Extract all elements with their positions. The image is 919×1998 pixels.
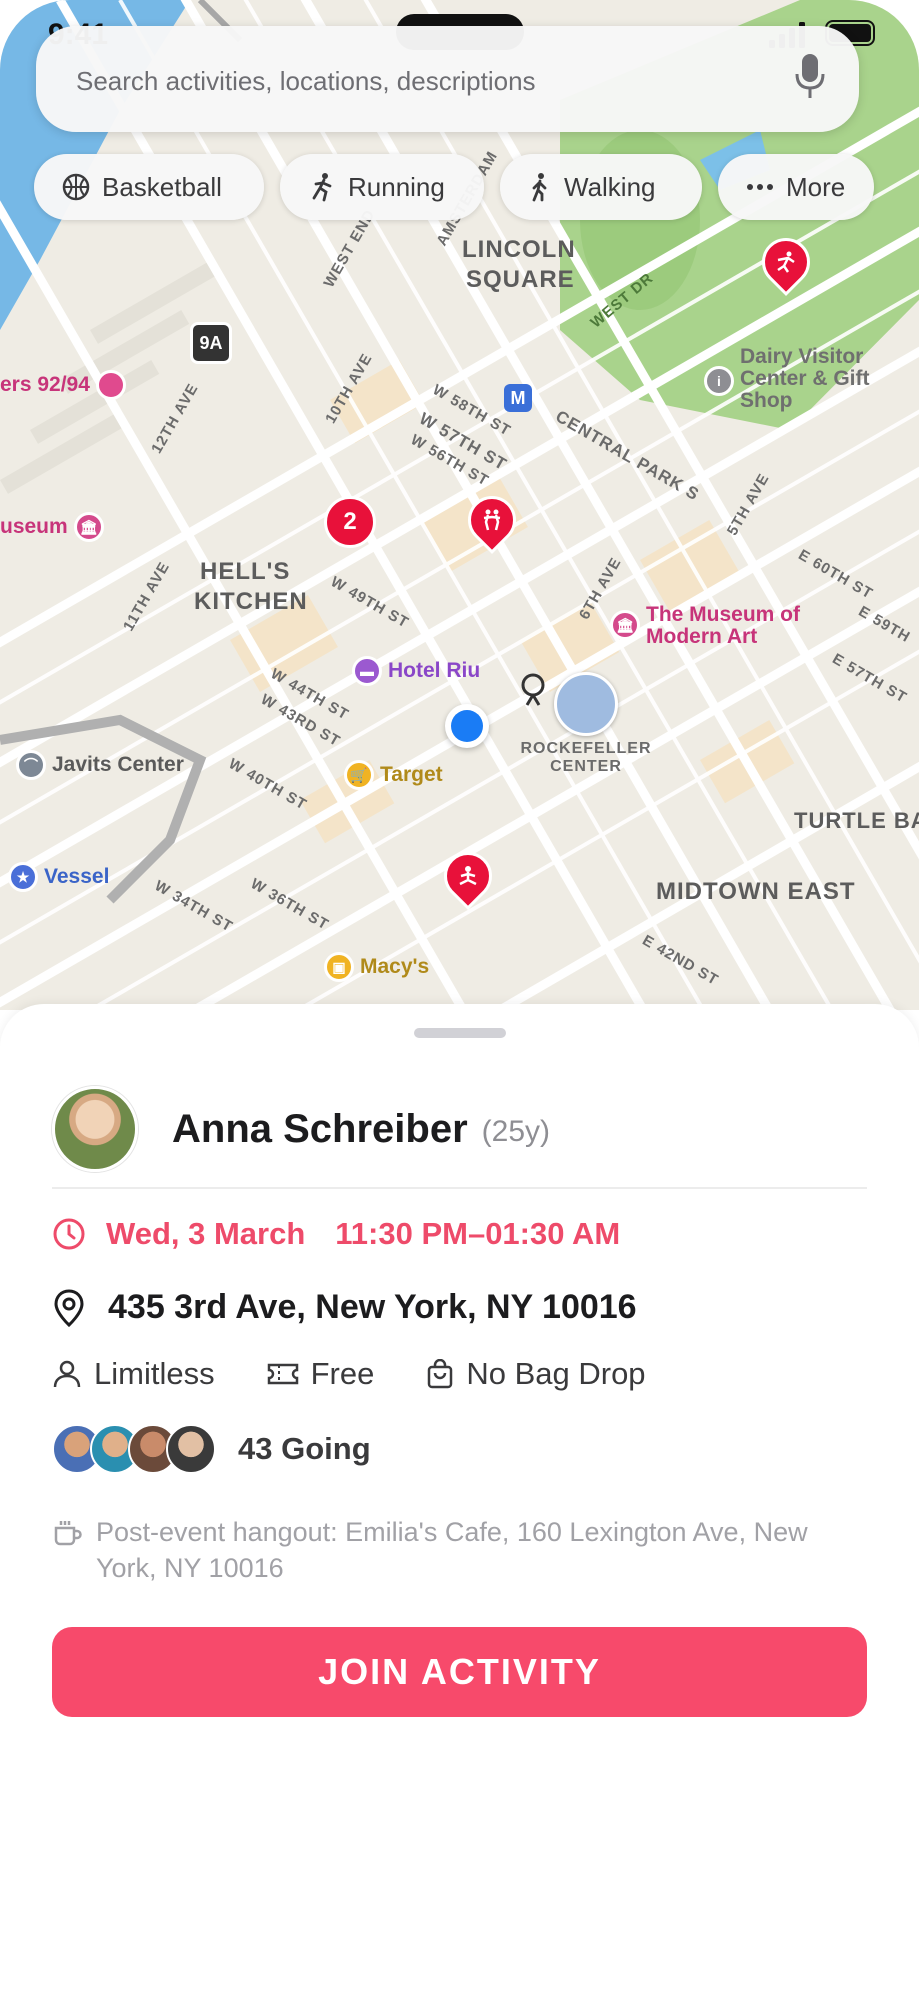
poi-javits[interactable]: ⌒ Javits Center xyxy=(16,750,184,780)
filter-chips: Basketball Running Walking More xyxy=(34,154,874,220)
poi-vessel[interactable]: ★ Vessel xyxy=(8,862,109,892)
ticket-icon xyxy=(267,1363,298,1385)
event-meta: Limitless Free No Bag Drop xyxy=(52,1356,698,1392)
capacity-item: Limitless xyxy=(52,1356,215,1392)
walking-icon xyxy=(532,173,547,202)
info-icon: i xyxy=(704,366,734,396)
museum-icon: 🏛 xyxy=(610,610,640,640)
ellipsis-icon xyxy=(747,184,773,190)
metro-icon[interactable]: M xyxy=(504,384,532,412)
route-shield-9a: 9A xyxy=(190,322,232,364)
phone-screen: LINCOLN SQUARE HELL'S KITCHEN MIDTOWN EA… xyxy=(0,0,919,1998)
yoga-icon xyxy=(459,866,477,886)
shopping-bag-icon: ▣ xyxy=(324,952,354,982)
attendee-avatars xyxy=(52,1424,216,1474)
microphone-icon[interactable] xyxy=(795,54,825,100)
convention-icon: ⌒ xyxy=(16,750,46,780)
atlas-icon xyxy=(521,672,618,736)
poi-macys[interactable]: ▣ Macy's xyxy=(324,952,429,982)
climbing-icon xyxy=(777,251,795,273)
current-location-dot xyxy=(445,704,489,748)
coffee-cup-icon xyxy=(54,1521,82,1546)
sheet-grabber[interactable] xyxy=(414,1028,506,1038)
bed-icon: ▬ xyxy=(352,656,382,686)
area-label-midtown-east: MIDTOWN EAST xyxy=(656,878,856,905)
pier-icon xyxy=(95,370,126,400)
chip-running[interactable]: Running xyxy=(280,154,484,220)
search-bar[interactable]: Search activities, locations, descriptio… xyxy=(36,26,859,132)
area-label-turtle-bay: TURTLE BAY xyxy=(794,808,919,833)
event-address-row[interactable]: 435 3rd Ave, New York, NY 10016 xyxy=(52,1288,637,1327)
event-datetime: Wed, 3 March 11:30 PM–01:30 AM xyxy=(52,1216,620,1252)
divider xyxy=(52,1187,867,1189)
activity-cluster-pin[interactable]: 2 xyxy=(324,496,376,548)
chip-walking[interactable]: Walking xyxy=(500,154,702,220)
basketball-icon xyxy=(62,173,90,201)
running-icon xyxy=(312,173,332,202)
host-age: (25y) xyxy=(481,1115,551,1148)
area-label-kitchen: KITCHEN xyxy=(194,588,308,615)
chip-more[interactable]: More xyxy=(718,154,874,220)
person-icon xyxy=(53,1360,81,1388)
chip-basketball[interactable]: Basketball xyxy=(34,154,264,220)
avatar[interactable] xyxy=(52,1086,138,1172)
poi-target[interactable]: 🛒 Target xyxy=(344,760,443,790)
capacity-value: Limitless xyxy=(94,1356,215,1391)
join-activity-button[interactable]: JOIN ACTIVITY xyxy=(52,1627,867,1717)
attendees-row[interactable]: 43 Going xyxy=(52,1424,371,1474)
price-item: Free xyxy=(267,1356,375,1392)
event-address: 435 3rd Ave, New York, NY 10016 xyxy=(108,1288,637,1326)
chip-label: More xyxy=(786,171,846,202)
chip-label: Basketball xyxy=(102,171,222,202)
poi-rockefeller[interactable]: ROCKEFELLER CENTER xyxy=(516,672,656,776)
host-header[interactable]: Anna Schreiber (25y) xyxy=(52,1086,550,1172)
chip-label: Running xyxy=(348,171,445,202)
search-placeholder: Search activities, locations, descriptio… xyxy=(76,66,536,96)
poi-moma[interactable]: 🏛 The Museum of Modern Art xyxy=(610,604,826,648)
cart-icon: 🛒 xyxy=(344,760,374,790)
post-event-hangout: Post-event hangout: Emilia's Cafe, 160 L… xyxy=(52,1514,867,1586)
price-value: Free xyxy=(310,1356,375,1391)
poi-hotel[interactable]: ▬ Hotel Riu xyxy=(352,656,480,686)
poi-museum[interactable]: useum 🏛 xyxy=(0,512,104,542)
activity-sheet: Anna Schreiber (25y) Wed, 3 March 11:30 … xyxy=(0,1004,919,1998)
star-icon: ★ xyxy=(8,862,38,892)
avatar xyxy=(166,1424,216,1474)
bag-drop-value: No Bag Drop xyxy=(466,1356,646,1391)
area-label-lincoln: LINCOLN xyxy=(462,236,576,263)
poi-dairy[interactable]: i Dairy Visitor Center & Gift Shop xyxy=(704,346,890,412)
museum-icon: 🏛 xyxy=(73,512,104,542)
bag-drop-item: No Bag Drop xyxy=(426,1356,646,1392)
chip-label: Walking xyxy=(564,171,656,202)
host-name: Anna Schreiber xyxy=(172,1106,468,1151)
going-count: 43 Going xyxy=(238,1431,371,1466)
area-label-square: SQUARE xyxy=(466,266,575,293)
event-time: 11:30 PM–01:30 AM xyxy=(335,1216,621,1251)
dance-icon xyxy=(483,509,501,531)
poi-piers[interactable]: ers 92/94 xyxy=(0,370,126,400)
clock-icon xyxy=(53,1218,85,1250)
event-date: Wed, 3 March xyxy=(106,1216,306,1251)
map-view[interactable]: LINCOLN SQUARE HELL'S KITCHEN MIDTOWN EA… xyxy=(0,0,919,1010)
area-label-hells: HELL'S xyxy=(200,558,291,585)
location-pin-icon xyxy=(54,1288,84,1327)
hangout-text: Post-event hangout: Emilia's Cafe, 160 L… xyxy=(96,1517,808,1583)
bag-icon xyxy=(428,1359,453,1389)
